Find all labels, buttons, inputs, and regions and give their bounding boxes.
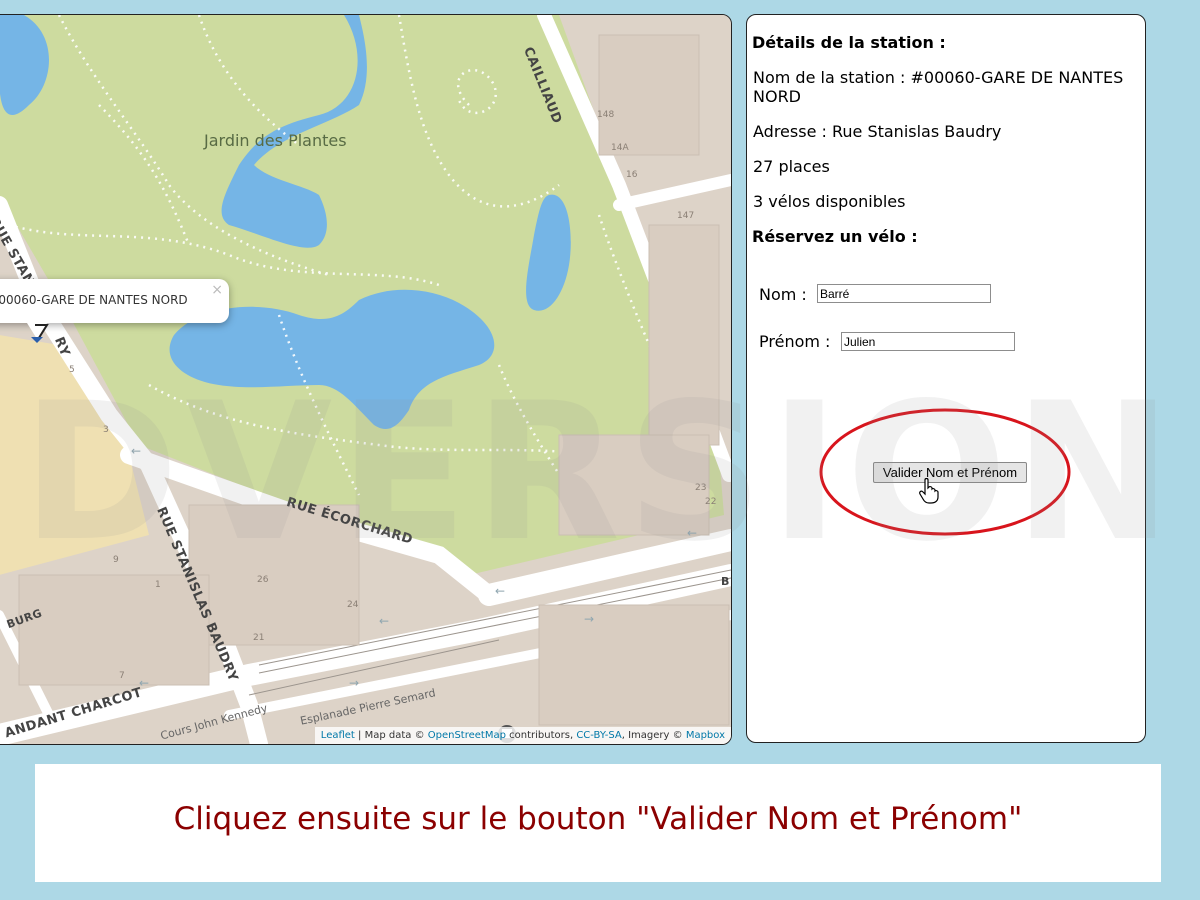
station-details-panel: Détails de la station : Nom de la statio…: [746, 14, 1146, 743]
house-number: 3: [103, 425, 109, 435]
svg-text:→: →: [349, 676, 359, 690]
map-tiles: ← ← ← ← → ← →: [0, 15, 731, 744]
nom-input[interactable]: [817, 284, 991, 303]
map-attribution: Leaflet | Map data © OpenStreetMap contr…: [314, 727, 731, 744]
house-number: 23: [695, 483, 707, 493]
house-number: 1: [155, 580, 161, 590]
svg-text:→: →: [584, 612, 594, 626]
svg-text:←: ←: [131, 444, 141, 458]
attribution-text: contributors,: [505, 730, 577, 741]
house-number: 26: [257, 575, 269, 585]
house-number: 9: [113, 555, 119, 565]
house-number: 21: [253, 633, 265, 643]
bikes-available: 3 vélos disponibles: [753, 192, 906, 211]
reserve-heading: Réservez un vélo :: [752, 227, 918, 246]
close-icon[interactable]: ×: [211, 282, 223, 298]
prenom-label: Prénom :: [759, 332, 831, 351]
house-number: 22: [705, 497, 717, 507]
house-number: 5: [69, 365, 75, 375]
house-number: 14A: [611, 143, 629, 153]
popup-text: n : #00060-GARE DE NANTES NORD: [0, 293, 188, 307]
house-number: 148: [597, 110, 615, 120]
svg-text:←: ←: [379, 614, 389, 628]
instruction-caption: Cliquez ensuite sur le bouton "Valider N…: [35, 764, 1161, 882]
validate-name-button[interactable]: Valider Nom et Prénom: [873, 462, 1027, 483]
svg-text:←: ←: [687, 526, 697, 540]
popup-pointer: [27, 323, 49, 343]
station-popup: n : #00060-GARE DE NANTES NORD ×: [0, 279, 229, 343]
house-number: 16: [626, 170, 638, 180]
leaflet-link[interactable]: Leaflet: [321, 730, 355, 741]
license-link[interactable]: CC-BY-SA: [576, 730, 621, 741]
osm-link[interactable]: OpenStreetMap: [428, 730, 506, 741]
places-count: 27 places: [753, 157, 830, 176]
mapbox-link[interactable]: Mapbox: [686, 730, 725, 741]
house-number: 147: [677, 211, 695, 221]
park-label: Jardin des Plantes: [204, 131, 347, 150]
street-label-b: B: [721, 575, 730, 588]
attribution-text: , Imagery ©: [621, 730, 686, 741]
attribution-text: | Map data ©: [354, 730, 428, 741]
hand-cursor-icon: [919, 478, 939, 504]
prenom-input[interactable]: [841, 332, 1015, 351]
station-address: Adresse : Rue Stanislas Baudry: [753, 122, 1002, 141]
house-number: 24: [347, 600, 359, 610]
station-name: Nom de la station : #00060-GARE DE NANTE…: [753, 68, 1124, 106]
map-view[interactable]: ← ← ← ← → ← → Jardin des Plantes CAILLIA…: [0, 14, 732, 745]
nom-label: Nom :: [759, 285, 807, 304]
house-number: 7: [119, 671, 125, 681]
svg-text:←: ←: [495, 584, 505, 598]
details-heading: Détails de la station :: [752, 33, 946, 52]
